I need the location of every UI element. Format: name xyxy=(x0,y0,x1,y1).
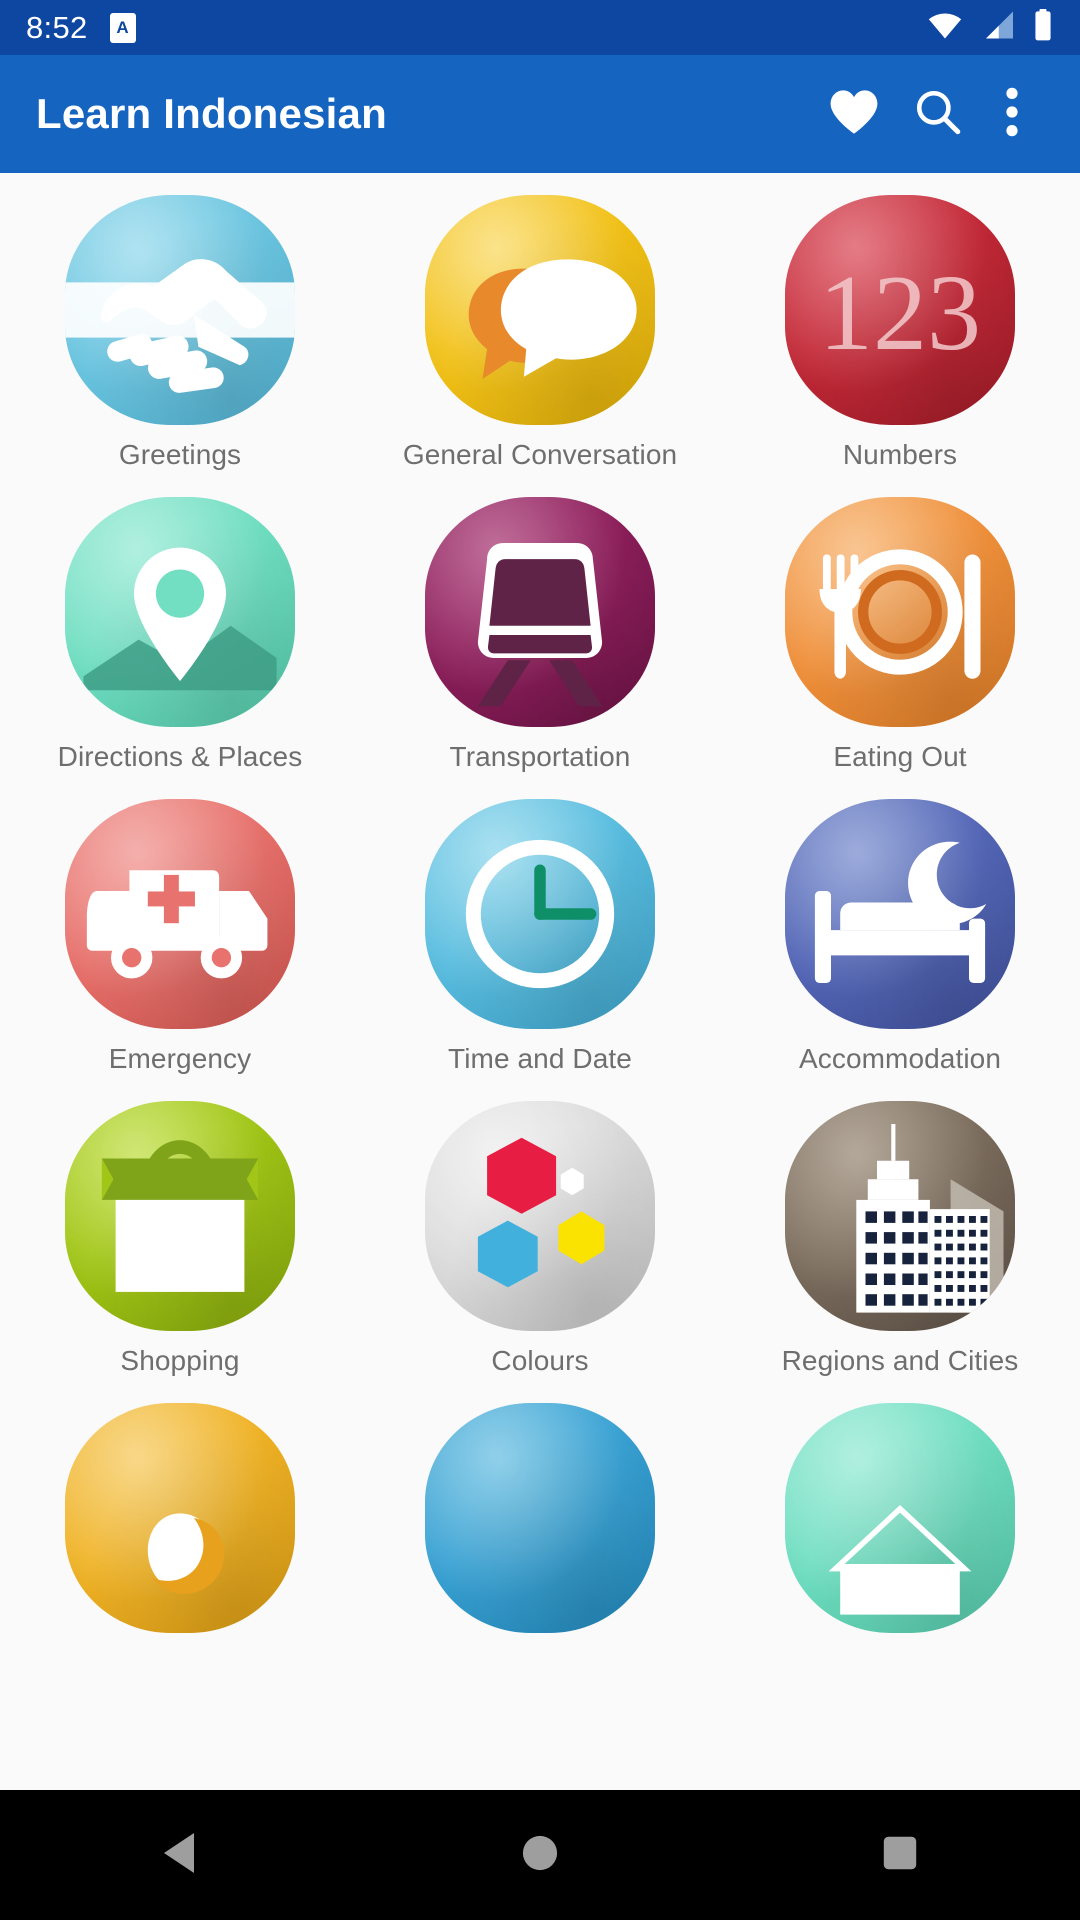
partial-teal-icon xyxy=(785,1403,1015,1633)
category-label: Time and Date xyxy=(448,1043,632,1074)
partial-yellow-tile-art xyxy=(65,1403,295,1633)
more-vertical-icon xyxy=(1004,86,1020,143)
status-bar: 8:52 A xyxy=(0,0,1080,55)
shopping-bag-icon xyxy=(65,1101,295,1331)
category-label: Emergency xyxy=(108,1043,252,1074)
speech-bubbles-icon xyxy=(425,195,655,425)
category-tile-accommodation[interactable]: Accommodation xyxy=(720,799,1080,1101)
handshake-icon xyxy=(65,195,295,425)
search-button[interactable] xyxy=(896,72,980,156)
page-title: Learn Indonesian xyxy=(36,90,387,137)
partial-teal-tile-art xyxy=(785,1403,1015,1633)
category-tile-colours[interactable]: Colours xyxy=(360,1101,720,1403)
category-tile-eating-out[interactable]: Eating Out xyxy=(720,497,1080,799)
category-label: Shopping xyxy=(120,1345,240,1376)
ambulance-icon xyxy=(65,799,295,1029)
category-tile-partial-teal[interactable] xyxy=(720,1403,1080,1673)
category-tile-directions-places[interactable]: Directions & Places xyxy=(0,497,360,799)
app-bar-actions xyxy=(812,72,1044,156)
category-label: General Conversation xyxy=(402,439,678,470)
app-notification-icon: A xyxy=(109,12,136,43)
train-icon xyxy=(425,497,655,727)
svg-text:123: 123 xyxy=(819,254,981,373)
wifi-icon xyxy=(926,10,964,45)
status-system-icons xyxy=(926,9,1054,46)
category-label: Colours xyxy=(491,1345,589,1376)
category-grid: Greetings General Conversation 123 Numbe… xyxy=(0,173,1080,1673)
category-grid-scroll[interactable]: Greetings General Conversation 123 Numbe… xyxy=(0,173,1080,1790)
category-tile-emergency[interactable]: Emergency xyxy=(0,799,360,1101)
category-label: Eating Out xyxy=(833,741,967,772)
partial-blue-tile-art xyxy=(425,1403,655,1633)
category-tile-general-conversation[interactable]: General Conversation xyxy=(360,195,720,497)
category-label: Accommodation xyxy=(798,1043,1002,1074)
search-icon xyxy=(913,87,963,142)
cell-signal-icon xyxy=(981,10,1015,45)
general-conversation-tile-art xyxy=(425,195,655,425)
clock-icon xyxy=(425,799,655,1029)
overflow-menu-button[interactable] xyxy=(980,72,1044,156)
category-label: Transportation xyxy=(449,741,631,772)
status-clock: 8:52 xyxy=(26,9,88,45)
emergency-tile-art xyxy=(65,799,295,1029)
circle-home-icon xyxy=(521,1834,559,1877)
time-and-date-tile-art xyxy=(425,799,655,1029)
transportation-tile-art xyxy=(425,497,655,727)
heart-icon xyxy=(828,88,880,141)
home-button[interactable] xyxy=(450,1790,630,1920)
color-shapes-icon xyxy=(425,1101,655,1331)
battery-icon xyxy=(1032,9,1054,46)
category-tile-partial-blue[interactable] xyxy=(360,1403,720,1673)
colours-tile-art xyxy=(425,1101,655,1331)
category-label: Regions and Cities xyxy=(781,1345,1019,1376)
regions-and-cities-tile-art xyxy=(785,1101,1015,1331)
triangle-back-icon xyxy=(160,1831,200,1880)
accommodation-tile-art xyxy=(785,799,1015,1029)
category-label: Numbers xyxy=(842,439,958,470)
category-tile-partial-yellow[interactable] xyxy=(0,1403,360,1673)
favorites-button[interactable] xyxy=(812,72,896,156)
map-pin-icon xyxy=(65,497,295,727)
directions-places-tile-art xyxy=(65,497,295,727)
numbers-tile-art: 123 xyxy=(785,195,1015,425)
numbers-123-icon: 123 xyxy=(785,195,1015,425)
eating-out-tile-art xyxy=(785,497,1015,727)
greetings-tile-art xyxy=(65,195,295,425)
partial-yellow-icon xyxy=(65,1403,295,1633)
back-button[interactable] xyxy=(90,1790,270,1920)
category-label: Directions & Places xyxy=(57,741,303,772)
bed-moon-icon xyxy=(785,799,1015,1029)
category-label: Greetings xyxy=(118,439,242,470)
category-tile-regions-and-cities[interactable]: Regions and Cities xyxy=(720,1101,1080,1403)
category-tile-numbers[interactable]: 123 Numbers xyxy=(720,195,1080,497)
navigation-bar xyxy=(0,1790,1080,1920)
category-tile-time-and-date[interactable]: Time and Date xyxy=(360,799,720,1101)
shopping-tile-art xyxy=(65,1101,295,1331)
notification-icons: A xyxy=(109,12,136,43)
category-tile-greetings[interactable]: Greetings xyxy=(0,195,360,497)
square-recents-icon xyxy=(882,1835,918,1876)
cutlery-plate-icon xyxy=(785,497,1015,727)
city-skyline-icon xyxy=(785,1101,1015,1331)
app-bar: Learn Indonesian xyxy=(0,55,1080,173)
category-tile-transportation[interactable]: Transportation xyxy=(360,497,720,799)
category-tile-shopping[interactable]: Shopping xyxy=(0,1101,360,1403)
partial-blue-icon xyxy=(425,1403,655,1633)
recents-button[interactable] xyxy=(810,1790,990,1920)
